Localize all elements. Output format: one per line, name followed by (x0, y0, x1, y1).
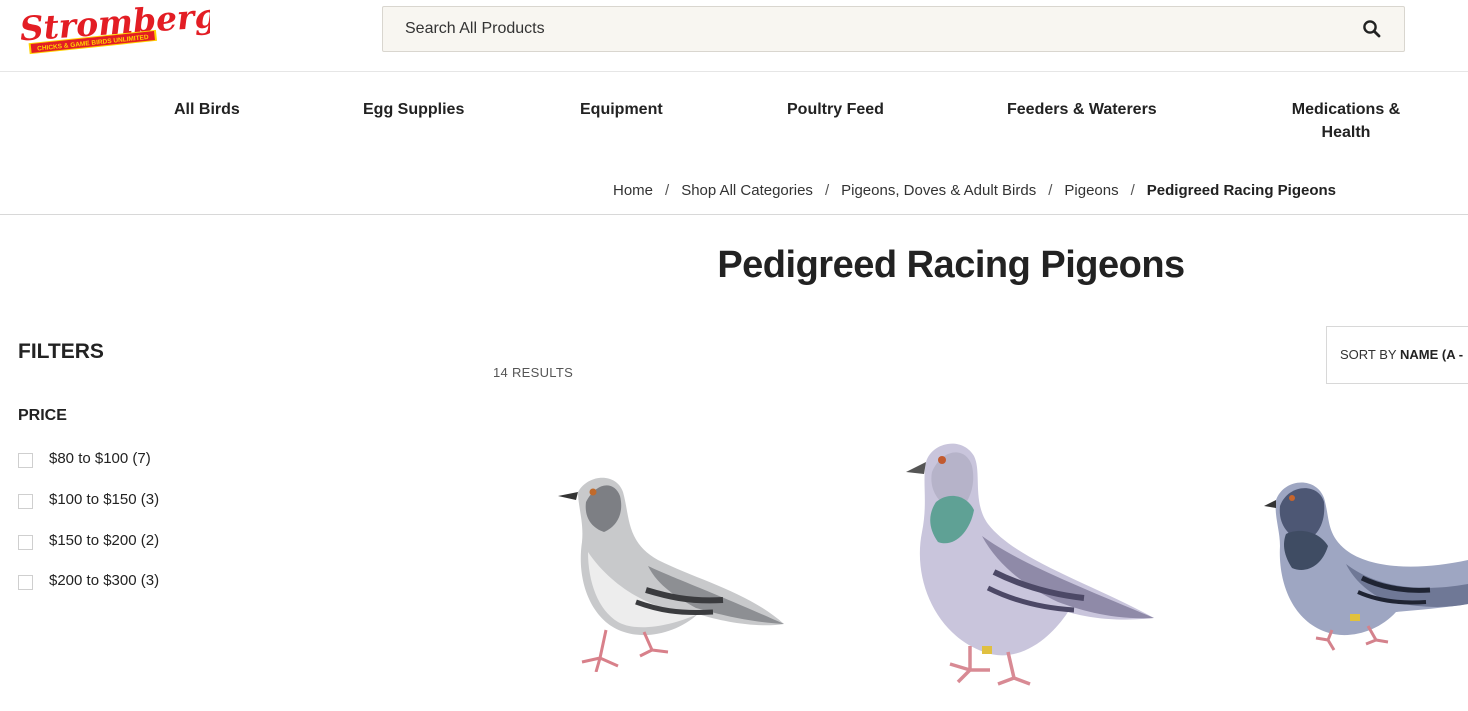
nav-item-medications-health[interactable]: Medications & Health (1290, 98, 1402, 144)
nav-item-egg-supplies[interactable]: Egg Supplies (363, 98, 464, 121)
stromberg-logo[interactable]: Stromberg's CHICKS & GAME BIRDS UNLIMITE… (18, 0, 247, 56)
filter-option-label: $200 to $300 (3) (49, 572, 160, 589)
sort-dropdown[interactable]: SORT BY NAME (A - (1326, 326, 1468, 384)
nav-item-poultry-feed[interactable]: Poultry Feed (787, 98, 884, 121)
results-count: 14 RESULTS (493, 365, 574, 380)
filter-option-label: $100 to $150 (3) (49, 491, 160, 508)
main-navigation: All Birds Egg Supplies Equipment Poultry… (0, 72, 1468, 162)
nav-item-label: Egg Supplies (363, 101, 465, 118)
breadcrumb-separator: / (824, 182, 830, 199)
filter-checkbox[interactable] (18, 494, 33, 509)
filter-option-label: $150 to $200 (2) (49, 532, 160, 549)
filter-checkbox[interactable] (18, 453, 33, 468)
nav-item-label: Feeders & Waterers (1007, 101, 1157, 118)
breadcrumb-separator: / (665, 182, 670, 199)
breadcrumb: Home / Shop All Categories / Pigeons, Doves … (0, 162, 1468, 215)
nav-item-all-birds[interactable]: All Birds (174, 98, 240, 121)
nav-item-equipment[interactable]: Equipment (580, 98, 663, 121)
nav-item-label: All Birds (174, 101, 240, 118)
breadcrumb-link-pigeons[interactable]: Pigeons (1064, 182, 1118, 199)
sort-value: NAME (A - (1400, 347, 1464, 362)
filter-checkbox[interactable] (18, 575, 33, 590)
nav-item-feeders-waterers[interactable]: Feeders & Waterers (1007, 98, 1157, 121)
product-image-pigeon-1[interactable] (548, 462, 788, 673)
breadcrumb-current: Pedigreed Racing Pigeons (1146, 182, 1336, 199)
breadcrumb-link-shop-all-categories[interactable]: Shop All Categories (681, 182, 813, 199)
product-image-pigeon-3[interactable] (1262, 474, 1468, 654)
product-image-pigeon-2[interactable] (898, 432, 1156, 694)
search-input[interactable] (383, 7, 1343, 51)
search-bar (382, 6, 1405, 52)
nav-item-label: Equipment (580, 101, 663, 118)
sort-prefix: SORT BY (1340, 347, 1397, 362)
page-title: Pedigreed Racing Pigeons (717, 244, 1185, 286)
filters-heading: FILTERS (18, 340, 104, 363)
filter-checkbox[interactable] (18, 535, 33, 550)
nav-item-label-line2: Health (1321, 124, 1371, 141)
breadcrumb-separator: / (1130, 182, 1135, 199)
breadcrumb-separator: / (1048, 182, 1053, 199)
filter-option-label: $80 to $100 (7) (49, 450, 151, 467)
price-filter-heading[interactable]: PRICE (18, 407, 67, 425)
nav-item-label: Medications & (1291, 101, 1401, 118)
site-header: Stromberg's CHICKS & GAME BIRDS UNLIMITE… (0, 0, 1468, 72)
breadcrumb-link-home[interactable]: Home (613, 182, 653, 199)
search-icon[interactable] (1362, 19, 1382, 39)
nav-item-label: Poultry Feed (787, 101, 884, 118)
breadcrumb-link-pigeons-doves-adult-birds[interactable]: Pigeons, Doves & Adult Birds (841, 182, 1036, 199)
